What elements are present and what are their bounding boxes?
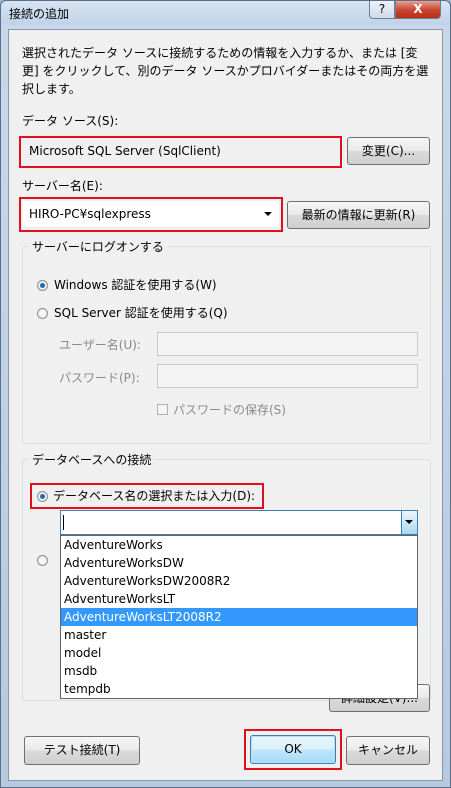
title-bar: 接続の追加 ? X <box>1 1 450 25</box>
server-name-value: HIRO-PC¥sqlexpress <box>29 207 151 221</box>
database-list-item[interactable]: AdventureWorksDW2008R2 <box>61 572 417 590</box>
database-list-item[interactable]: msdb <box>61 662 417 680</box>
username-label: ユーザー名(U): <box>59 338 141 352</box>
close-button[interactable]: X <box>395 1 441 19</box>
cancel-button[interactable]: キャンセル <box>346 736 430 765</box>
username-input <box>157 332 418 356</box>
database-list-item[interactable]: tempdb <box>61 680 417 698</box>
chevron-down-icon[interactable] <box>264 212 272 216</box>
database-list-item[interactable]: model <box>61 644 417 662</box>
data-source-field: Microsoft SQL Server (SqlClient) <box>23 140 338 164</box>
text-caret <box>63 515 64 530</box>
windows-auth-label[interactable]: Windows 認証を使用する(W) <box>54 276 217 293</box>
database-dropdown-button[interactable] <box>401 511 417 534</box>
select-db-label[interactable]: データベース名の選択または入力(D): <box>53 487 255 504</box>
ok-button[interactable]: OK <box>250 735 336 764</box>
window-title: 接続の追加 <box>9 7 70 21</box>
database-group-caption: データベースへの接続 <box>29 451 155 468</box>
database-list-item[interactable]: AdventureWorksLT2008R2 <box>61 608 417 626</box>
sql-auth-radio[interactable] <box>37 308 48 319</box>
database-dropdown-list: AdventureWorks AdventureWorksDW AdventureW… <box>60 535 418 699</box>
attach-db-radio[interactable] <box>37 555 48 566</box>
dialog-body: 選択されたデータ ソースに接続するための情報を入力するか、または [変更] をク… <box>8 29 443 781</box>
add-connection-dialog: 接続の追加 ? X 選択されたデータ ソースに接続するための情報を入力するか、ま… <box>0 0 451 788</box>
save-password-checkbox <box>157 404 168 415</box>
test-connection-button[interactable]: テスト接続(T) <box>24 736 140 765</box>
database-list-item[interactable]: AdventureWorksLT <box>61 590 417 608</box>
database-list-item[interactable]: master <box>61 626 417 644</box>
refresh-button[interactable]: 最新の情報に更新(R) <box>287 201 430 229</box>
help-button[interactable]: ? <box>369 1 395 19</box>
logon-group-caption: サーバーにログオンする <box>29 238 167 255</box>
database-list-item[interactable]: AdventureWorks <box>61 536 417 554</box>
password-input <box>157 364 418 388</box>
sql-auth-label[interactable]: SQL Server 認証を使用する(Q) <box>54 304 228 321</box>
data-source-label: データ ソース(S): <box>22 114 119 128</box>
password-label: パスワード(P): <box>59 371 140 385</box>
server-name-label: サーバー名(E): <box>22 179 103 193</box>
intro-text: 選択されたデータ ソースに接続するための情報を入力するか、または [変更] をク… <box>22 46 429 96</box>
database-list-item[interactable]: AdventureWorksDW <box>61 554 417 572</box>
save-password-label: パスワードの保存(S) <box>173 403 286 417</box>
select-db-radio[interactable] <box>37 491 48 502</box>
database-name-combobox[interactable] <box>60 510 418 535</box>
server-name-combobox[interactable]: HIRO-PC¥sqlexpress <box>23 201 279 227</box>
change-button[interactable]: 変更(C)... <box>347 137 430 165</box>
windows-auth-radio[interactable] <box>37 280 48 291</box>
chevron-down-icon <box>405 520 413 524</box>
